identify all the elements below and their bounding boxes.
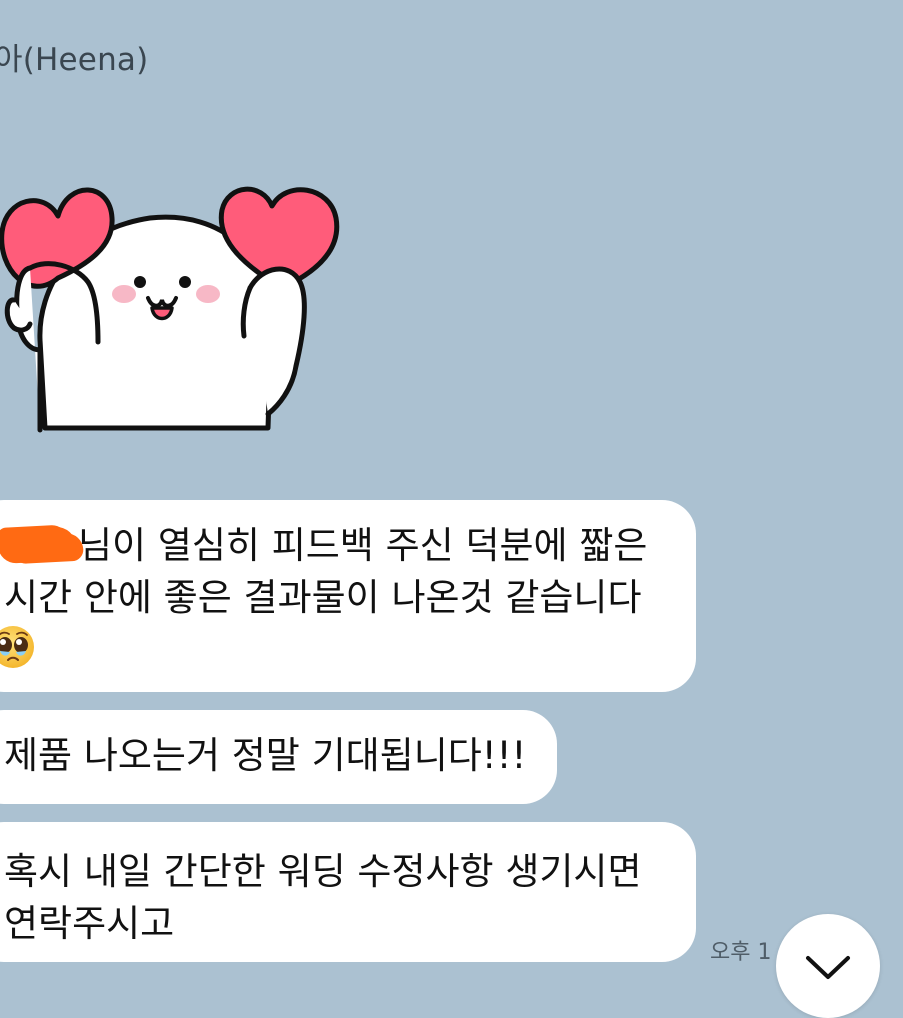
redacted-name-mark (0, 525, 77, 565)
message-line (0, 624, 662, 676)
message-line: 혹시 내일 간단한 워딩 수정사항 생기시면 (4, 850, 642, 893)
chevron-down-icon (806, 956, 850, 979)
message-line: 님이 열심히 피드백 주신 덕분에 짧은 (0, 520, 662, 572)
scroll-to-bottom-button[interactable] (776, 914, 880, 1018)
cat-with-hearts-sticker-icon (0, 186, 340, 433)
sticker-image[interactable] (0, 170, 360, 440)
pleading-face-emoji-icon (0, 626, 34, 668)
sender-name[interactable]: 아(Heena) (0, 34, 148, 79)
message-line: 시간 안에 좋은 결과물이 나온것 같습니다 (4, 576, 642, 619)
message-bubble[interactable]: 혹시 내일 간단한 워딩 수정사항 생기시면 연락주시고 (0, 822, 696, 962)
message-bubble[interactable]: 제품 나오는거 정말 기대됩니다!!! (0, 710, 557, 804)
message-bubble[interactable]: 님이 열심히 피드백 주신 덕분에 짧은 시간 안에 좋은 결과물이 나온것 같… (0, 500, 696, 692)
message-timestamp: 오후 1 (710, 940, 772, 965)
message-text: 님이 열심히 피드백 주신 덕분에 짧은 (78, 524, 648, 567)
message-line: 제품 나오는거 정말 기대됩니다!!! (4, 734, 527, 777)
message-line: 연락주시고 (4, 902, 175, 945)
